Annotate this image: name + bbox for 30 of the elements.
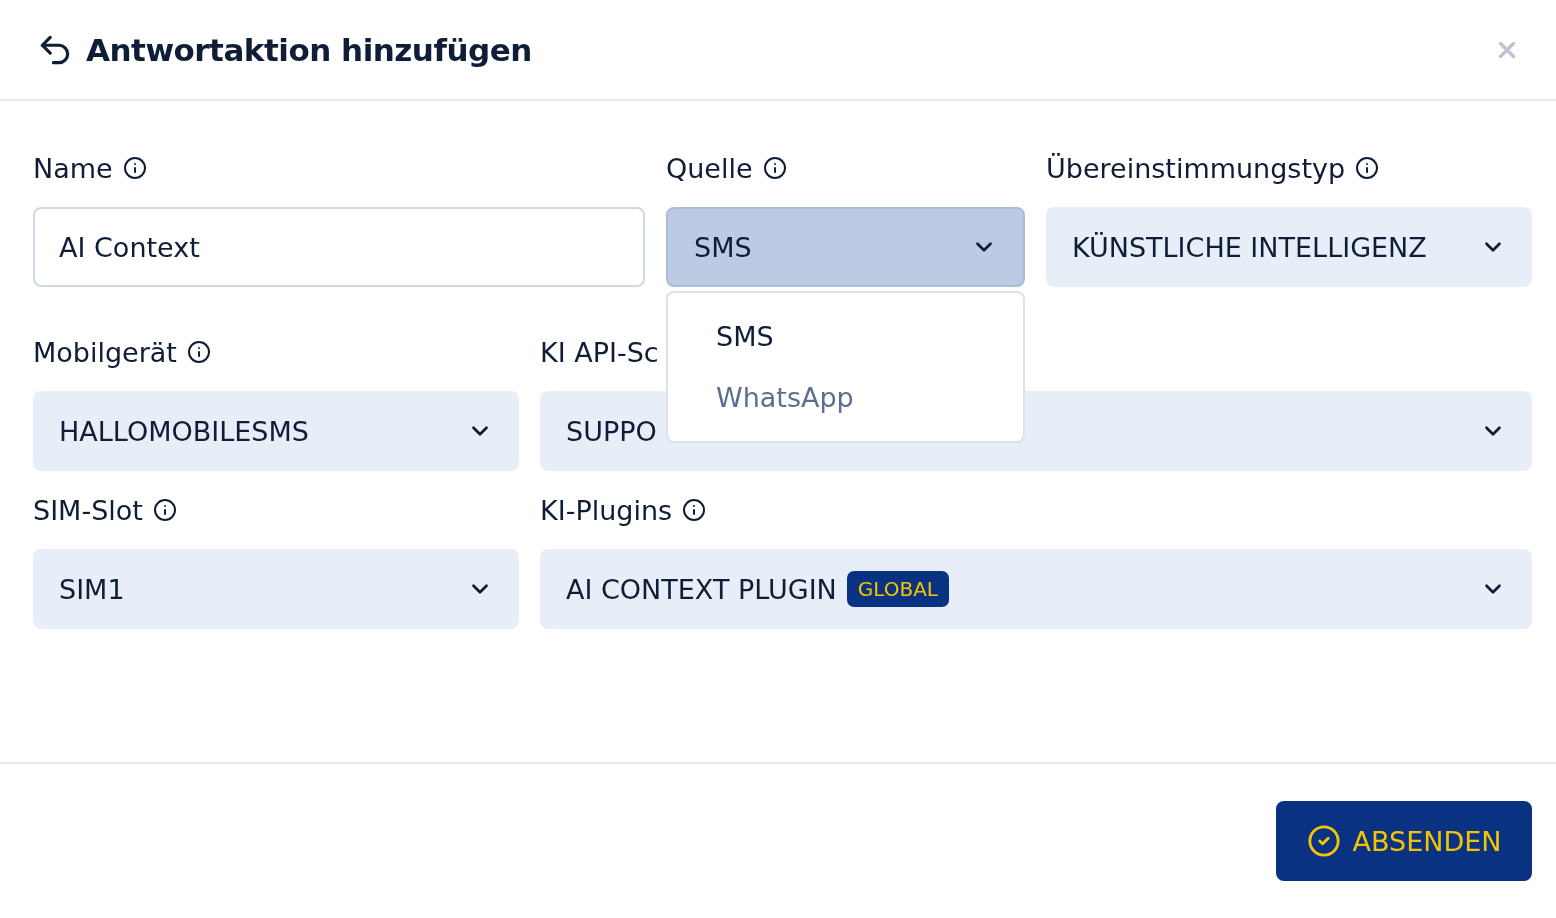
info-icon[interactable]	[762, 156, 787, 180]
field-label: Mobilgerät	[33, 336, 177, 368]
dialog-title: Antwortaktion hinzufügen	[86, 31, 532, 68]
select-value: SMS	[694, 231, 752, 263]
dropdown-option[interactable]: SMS	[668, 315, 1023, 358]
info-icon[interactable]	[152, 498, 177, 522]
field-label: KI API-Sc	[540, 336, 659, 368]
select-value: KÜNSTLICHE INTELLIGENZ	[1072, 231, 1427, 263]
submit-button[interactable]: ABSENDEN	[1276, 801, 1532, 881]
field-label: KI-Plugins	[540, 494, 673, 526]
field-label: SIM-Slot	[33, 494, 143, 526]
select-field[interactable]: AI CONTEXT PLUGIN GLOBAL	[540, 549, 1532, 629]
info-icon[interactable]	[682, 498, 707, 522]
global-tag: GLOBAL	[846, 571, 949, 607]
select-value: SUPPO	[566, 415, 657, 447]
field-label: Übereinstimmungstyp	[1046, 152, 1346, 184]
info-icon[interactable]	[186, 340, 211, 364]
field-label: Name	[33, 152, 113, 184]
select-field[interactable]: HALLOMOBILESMS	[33, 391, 519, 471]
select-value: AI CONTEXT PLUGIN	[566, 573, 837, 605]
check-circle-icon	[1306, 824, 1341, 858]
select-value: HALLOMOBILESMS	[59, 415, 309, 447]
select-field[interactable]: KÜNSTLICHE INTELLIGENZ	[1046, 207, 1532, 287]
select-field[interactable]: SMS	[666, 207, 1025, 287]
name-input[interactable]: AI Context	[33, 207, 645, 287]
info-icon[interactable]	[122, 156, 147, 180]
select-field[interactable]: SIM1	[33, 549, 519, 629]
select-value: SIM1	[59, 573, 125, 605]
field-label: Quelle	[666, 152, 753, 184]
info-icon[interactable]	[1355, 156, 1380, 180]
